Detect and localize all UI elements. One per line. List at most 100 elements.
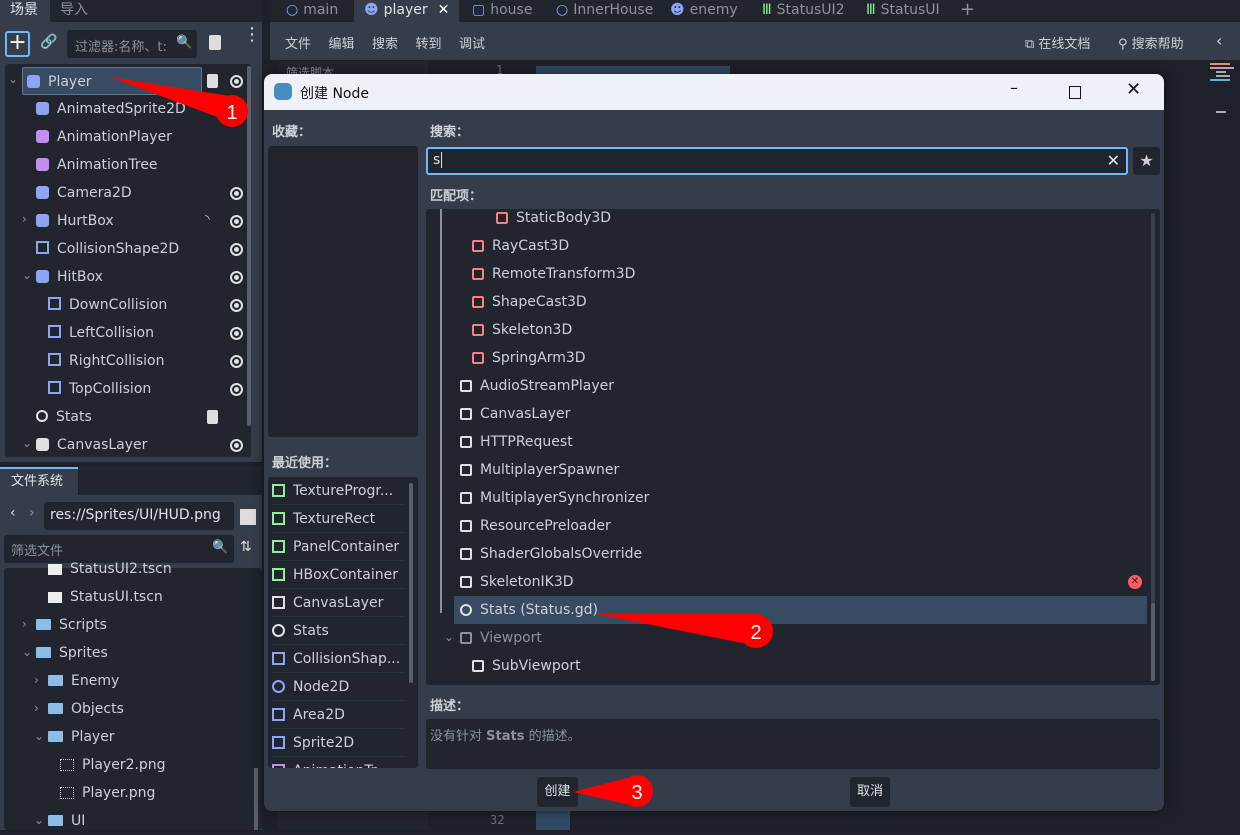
- chevron-right-icon[interactable]: ›: [34, 701, 39, 715]
- match-item[interactable]: CanvasLayer: [460, 400, 570, 428]
- scene-tree-node[interactable]: Player: [22, 67, 202, 95]
- match-item[interactable]: ResourcePreloader: [460, 512, 611, 540]
- layout-toggle-icon[interactable]: [240, 509, 256, 525]
- back-icon[interactable]: ‹: [10, 505, 16, 521]
- editor-tab[interactable]: ▢ house: [462, 0, 542, 22]
- visibility-eye-icon[interactable]: [230, 215, 243, 228]
- visibility-eye-icon[interactable]: [230, 327, 243, 340]
- match-item[interactable]: MultiplayerSpawner: [460, 456, 619, 484]
- search-help-button[interactable]: ⚲ 搜索帮助: [1118, 33, 1184, 52]
- file-item[interactable]: UI: [48, 807, 85, 835]
- match-item[interactable]: StaticBody3D: [496, 209, 611, 232]
- match-item[interactable]: SpringArm3D: [472, 344, 586, 372]
- tab-import[interactable]: 导入: [60, 0, 88, 22]
- matches-scrollbar[interactable]: [1151, 213, 1155, 681]
- file-item[interactable]: Objects: [48, 695, 124, 723]
- editor-tab[interactable]: ☻ enemy: [660, 0, 748, 22]
- menu-item[interactable]: 搜索: [372, 33, 398, 52]
- visibility-eye-icon[interactable]: [230, 299, 243, 312]
- add-node-button[interactable]: +: [5, 31, 30, 57]
- recent-item[interactable]: Area2D: [272, 701, 404, 729]
- recent-scrollbar[interactable]: [409, 483, 413, 683]
- scene-tree-node[interactable]: Camera2D: [36, 179, 132, 207]
- match-item[interactable]: MultiplayerSynchronizer: [460, 484, 649, 512]
- recent-item[interactable]: AnimationTr...: [272, 757, 404, 768]
- file-tree-scrollbar[interactable]: [254, 768, 258, 830]
- file-item[interactable]: Enemy: [48, 667, 119, 695]
- scene-tree-node[interactable]: RightCollision: [48, 347, 165, 375]
- scene-tree-node[interactable]: HitBox: [36, 263, 103, 291]
- chevron-down-icon[interactable]: ⌄: [34, 813, 44, 827]
- scene-tree-node[interactable]: HurtBox: [36, 207, 114, 235]
- scene-tree-node[interactable]: AnimatedSprite2D: [36, 95, 186, 123]
- link-icon[interactable]: 🔗: [40, 34, 57, 50]
- match-item[interactable]: HTTPRequest: [460, 428, 573, 456]
- forward-icon[interactable]: ›: [29, 505, 35, 521]
- chevron-down-icon[interactable]: ⌄: [22, 645, 32, 659]
- menu-item[interactable]: 文件: [285, 33, 311, 52]
- file-item[interactable]: Sprites: [36, 639, 108, 667]
- more-icon[interactable]: ⋮: [243, 26, 261, 44]
- search-input[interactable]: s ✕: [426, 147, 1128, 175]
- match-item[interactable]: ShaderGlobalsOverride: [460, 540, 642, 568]
- menu-item[interactable]: 调试: [459, 33, 485, 52]
- collapse-icon[interactable]: ‹: [1216, 31, 1222, 50]
- match-item[interactable]: Stats (Status.gd): [454, 596, 1147, 624]
- recent-item[interactable]: PanelContainer: [272, 533, 404, 561]
- visibility-eye-icon[interactable]: [230, 243, 243, 256]
- recent-item[interactable]: TextureProgr...: [272, 477, 404, 505]
- match-item[interactable]: RayCast3D: [472, 232, 569, 260]
- close-tab-icon[interactable]: ✕: [438, 2, 450, 18]
- file-item[interactable]: Scripts: [36, 611, 107, 639]
- editor-tab[interactable]: Ⅲ StatusUI: [856, 0, 950, 22]
- recent-item[interactable]: Stats: [272, 617, 404, 645]
- menu-item[interactable]: 编辑: [329, 33, 355, 52]
- tab-filesystem[interactable]: 文件系统: [0, 469, 78, 495]
- chevron-down-icon[interactable]: ⌄: [22, 268, 32, 282]
- recent-item[interactable]: CollisionShap...: [272, 645, 404, 673]
- file-item[interactable]: StatusUI.tscn: [48, 583, 163, 611]
- file-item[interactable]: Player: [48, 723, 115, 751]
- scene-tree-node[interactable]: AnimationTree: [36, 151, 158, 179]
- script-icon[interactable]: [207, 410, 218, 424]
- chevron-right-icon[interactable]: ›: [34, 673, 39, 687]
- editor-tab[interactable]: ☻ player ✕: [354, 0, 460, 22]
- recent-item[interactable]: TextureRect: [272, 505, 404, 533]
- visibility-eye-icon[interactable]: [230, 271, 243, 284]
- match-item[interactable]: ShapeCast3D: [472, 288, 587, 316]
- add-tab-icon[interactable]: +: [960, 0, 975, 22]
- script-icon[interactable]: [207, 74, 218, 88]
- scene-tree-node[interactable]: CollisionShape2D: [36, 235, 179, 263]
- close-button[interactable]: ✕: [1126, 79, 1141, 100]
- minimap[interactable]: [1208, 61, 1240, 311]
- recent-item[interactable]: HBoxContainer: [272, 561, 404, 589]
- scene-tree-node[interactable]: LeftCollision: [48, 319, 154, 347]
- tab-scene[interactable]: 场景: [0, 0, 50, 22]
- signal-icon[interactable]: ◝: [205, 212, 210, 226]
- match-item[interactable]: SkeletonIK3D: [460, 568, 574, 596]
- visibility-eye-icon[interactable]: [230, 439, 243, 452]
- editor-tab[interactable]: ○ main: [276, 0, 348, 22]
- match-item[interactable]: Viewport: [460, 624, 542, 652]
- match-item[interactable]: SubViewport: [472, 652, 581, 680]
- recent-item[interactable]: Node2D: [272, 673, 404, 701]
- maximize-button[interactable]: [1069, 86, 1081, 99]
- recent-item[interactable]: Sprite2D: [272, 729, 404, 757]
- favorite-star-button[interactable]: ★: [1133, 147, 1160, 175]
- match-item[interactable]: RemoteTransform3D: [472, 260, 635, 288]
- create-button[interactable]: 创建: [537, 777, 578, 807]
- scene-tree-node[interactable]: Stats: [36, 403, 92, 431]
- scene-tree-node[interactable]: DownCollision: [48, 291, 167, 319]
- path-field[interactable]: res://Sprites/UI/HUD.png: [44, 502, 234, 530]
- file-item[interactable]: StatusUI2.tscn: [48, 555, 172, 583]
- cancel-button[interactable]: 取消: [850, 777, 890, 807]
- scene-tree-node[interactable]: CanvasLayer: [36, 431, 147, 459]
- menu-item[interactable]: 转到: [416, 33, 442, 52]
- scene-tree-node[interactable]: TopCollision: [48, 375, 151, 403]
- chevron-right-icon[interactable]: ›: [22, 212, 27, 226]
- clear-search-icon[interactable]: ✕: [1107, 151, 1120, 170]
- visibility-eye-icon[interactable]: [230, 355, 243, 368]
- visibility-eye-icon[interactable]: [230, 187, 243, 200]
- editor-tab[interactable]: ○ InnerHouse: [546, 0, 663, 22]
- match-item[interactable]: AudioStreamPlayer: [460, 372, 614, 400]
